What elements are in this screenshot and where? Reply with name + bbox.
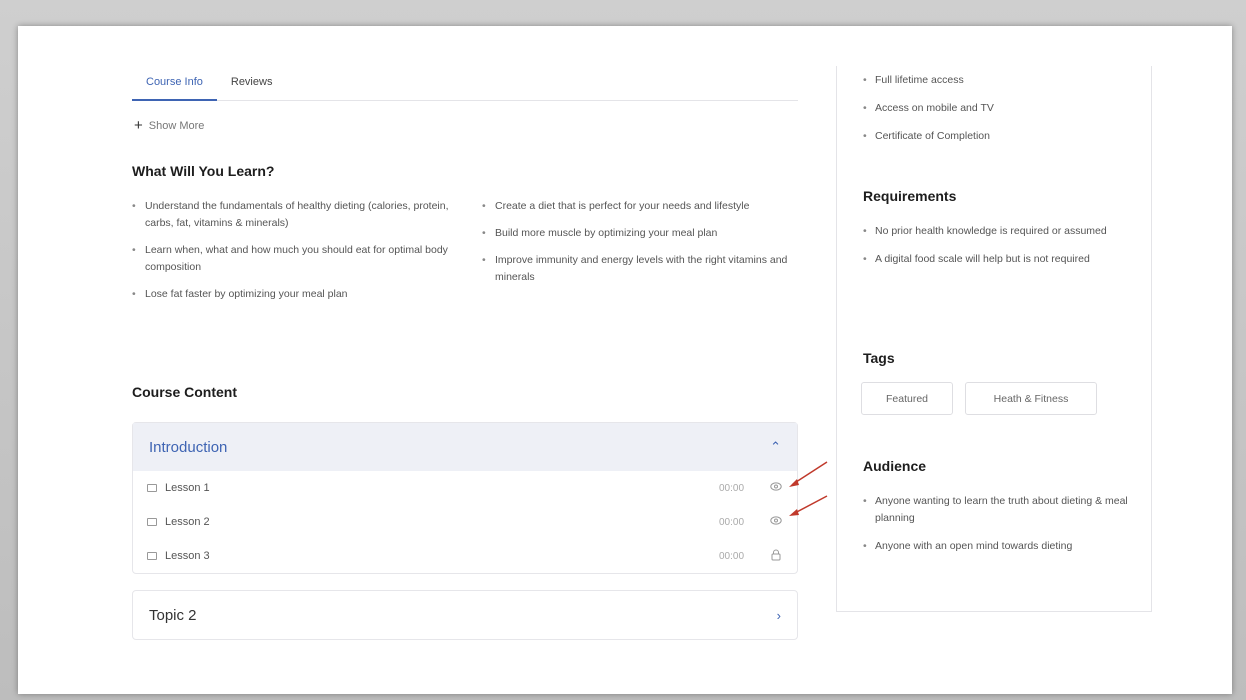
- requirements-title: Requirements: [863, 188, 957, 204]
- requirement-item: No prior health knowledge is required or…: [863, 223, 1133, 240]
- course-page: Course Info Reviews + Show More What Wil…: [18, 26, 1232, 694]
- includes-list: Full lifetime access Access on mobile an…: [863, 72, 1133, 156]
- include-item: Full lifetime access: [863, 72, 1133, 89]
- tag-featured[interactable]: Featured: [861, 382, 953, 415]
- tags-title: Tags: [863, 350, 895, 366]
- tag-heath-fitness[interactable]: Heath & Fitness: [965, 382, 1097, 415]
- audience-item: Anyone with an open mind towards dieting: [863, 538, 1133, 555]
- annotation-arrow: [792, 461, 828, 485]
- include-item: Certificate of Completion: [863, 128, 1133, 145]
- audience-list: Anyone wanting to learn the truth about …: [863, 493, 1133, 566]
- requirements-list: No prior health knowledge is required or…: [863, 223, 1133, 279]
- requirement-item: A digital food scale will help but is no…: [863, 251, 1133, 268]
- audience-title: Audience: [863, 458, 927, 474]
- course-sidebar: Full lifetime access Access on mobile an…: [836, 66, 1152, 612]
- audience-item: Anyone wanting to learn the truth about …: [863, 493, 1133, 527]
- arrow-head: [789, 509, 799, 516]
- annotation-arrow: [792, 495, 828, 515]
- include-item: Access on mobile and TV: [863, 100, 1133, 117]
